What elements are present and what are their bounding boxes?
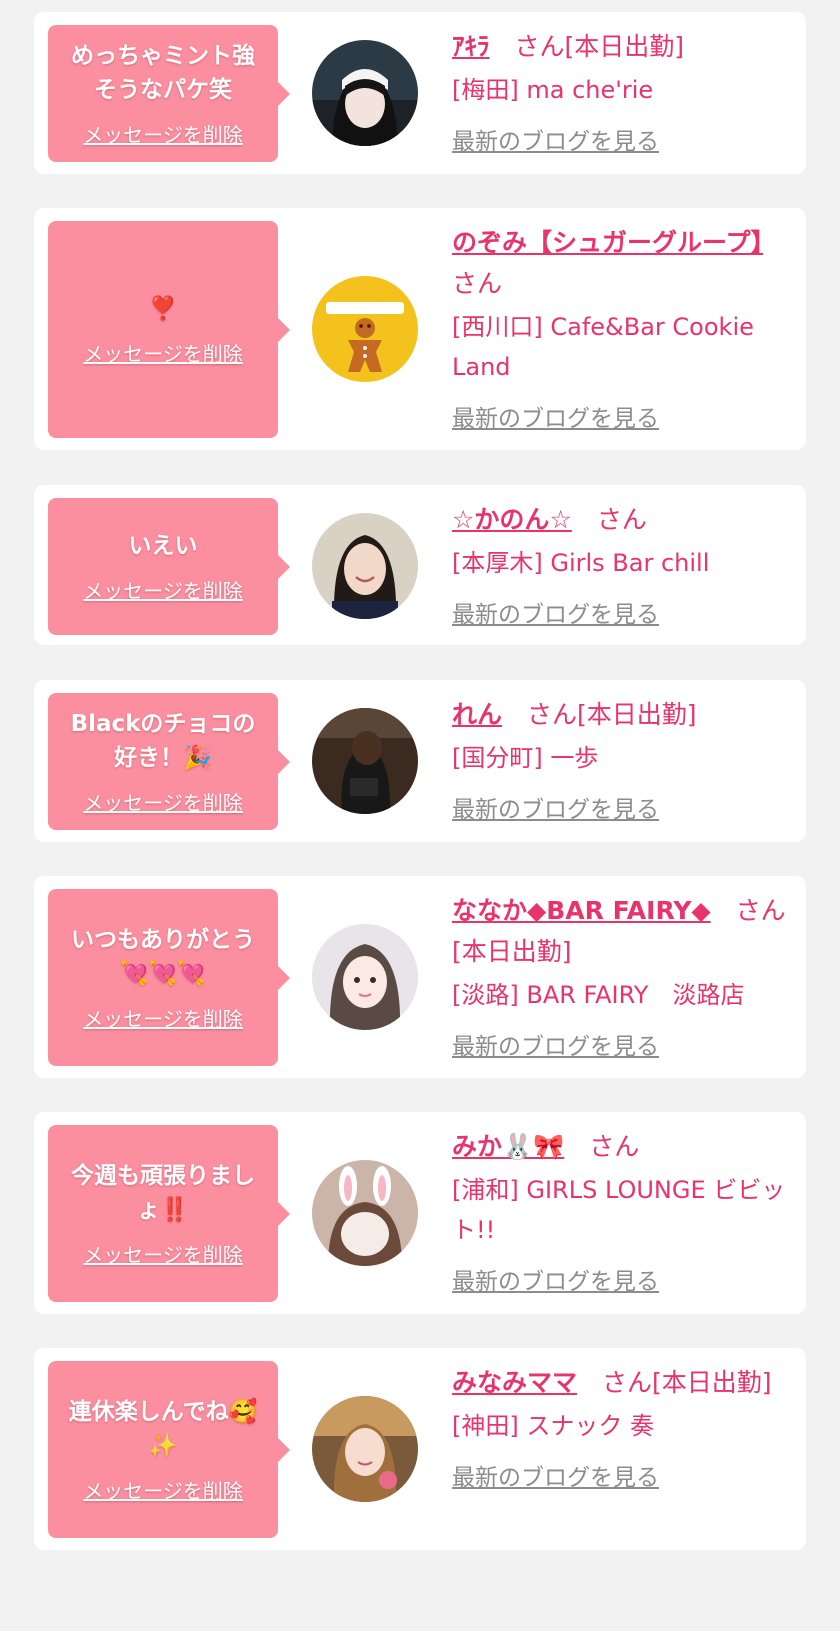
cast-info: のぞみ【シュガーグループ】 さん [西川口] Cafe&Bar Cookie L… <box>452 222 790 433</box>
message-text: 今週も頑張りまし ょ‼️ <box>71 1163 255 1223</box>
cast-info: みか🐰🎀 さん [浦和] GIRLS LOUNGE ビビット!! 最新のブログを… <box>452 1126 790 1296</box>
message-bubble: 連休楽しんでね🥰 ✨ メッセージを削除 <box>48 1361 290 1538</box>
shop-info: [国分町] 一歩 <box>452 744 599 772</box>
cast-name-link[interactable]: みか🐰🎀 <box>452 1132 564 1161</box>
message-bubble: Blackのチョコの 好き！🎉 メッセージを削除 <box>48 693 290 830</box>
message-card: ❣️ メッセージを削除 のぞみ【シュガーグループ】 さん [西川口] Cafe&… <box>34 208 806 450</box>
avatar-image <box>312 40 418 146</box>
cast-status: さん[本日出勤] <box>502 700 697 729</box>
avatar-image <box>312 513 418 619</box>
avatar-image <box>312 1396 418 1502</box>
message-card: Blackのチョコの 好き！🎉 メッセージを削除 れん さん[本日出勤] [国分… <box>34 680 806 842</box>
avatar[interactable] <box>312 708 418 814</box>
avatar-image <box>312 924 418 1030</box>
latest-blog-link[interactable]: 最新のブログを見る <box>452 790 659 824</box>
delete-message-link[interactable]: メッセージを削除 <box>83 1475 243 1504</box>
avatar[interactable] <box>312 276 418 382</box>
shop-info: [本厚木] Girls Bar chill <box>452 549 710 577</box>
avatar[interactable] <box>312 40 418 146</box>
message-list: めっちゃミント強 そうなパケ笑 メッセージを削除 ｱｷﾗ さん[本日出勤] [梅… <box>0 0 840 1631</box>
delete-message-link[interactable]: メッセージを削除 <box>83 1003 243 1032</box>
shop-info: [淡路] BAR FAIRY 淡路店 <box>452 981 745 1009</box>
latest-blog-link[interactable]: 最新のブログを見る <box>452 595 659 629</box>
avatar[interactable] <box>312 1160 418 1266</box>
cast-name-link[interactable]: れん <box>452 700 502 729</box>
message-bubble: 今週も頑張りまし ょ‼️ メッセージを削除 <box>48 1125 290 1302</box>
delete-message-link[interactable]: メッセージを削除 <box>83 119 243 148</box>
message-text: ❣️ <box>148 296 178 322</box>
cast-info: ｱｷﾗ さん[本日出勤] [梅田] ma che'rie 最新のブログを見る <box>452 26 790 156</box>
cast-name-link[interactable]: のぞみ【シュガーグループ】 <box>452 228 763 257</box>
cast-name-link[interactable]: ☆かのん☆ <box>452 505 572 534</box>
message-text: いえい <box>128 533 198 559</box>
avatar[interactable] <box>312 513 418 619</box>
delete-message-link[interactable]: メッセージを削除 <box>83 575 243 604</box>
delete-message-link[interactable]: メッセージを削除 <box>83 1239 243 1268</box>
cast-status: さん <box>564 1132 640 1161</box>
cast-info: れん さん[本日出勤] [国分町] 一歩 最新のブログを見る <box>452 694 790 824</box>
cast-name-link[interactable]: ななか◆BAR FAIRY◆ <box>452 896 711 925</box>
message-bubble: ❣️ メッセージを削除 <box>48 221 290 438</box>
latest-blog-link[interactable]: 最新のブログを見る <box>452 1262 659 1296</box>
latest-blog-link[interactable]: 最新のブログを見る <box>452 1458 659 1492</box>
cast-status: さん <box>571 505 647 534</box>
latest-blog-link[interactable]: 最新のブログを見る <box>452 1027 659 1061</box>
message-bubble: めっちゃミント強 そうなパケ笑 メッセージを削除 <box>48 25 290 162</box>
delete-message-link[interactable]: メッセージを削除 <box>83 787 243 816</box>
message-text: 連休楽しんでね🥰 ✨ <box>68 1399 258 1459</box>
cast-name-link[interactable]: みなみママ <box>452 1368 577 1397</box>
message-card: めっちゃミント強 そうなパケ笑 メッセージを削除 ｱｷﾗ さん[本日出勤] [梅… <box>34 12 806 174</box>
message-text: いつもありがとう 💘💘💘 <box>71 927 255 987</box>
cast-info: ななか◆BAR FAIRY◆ さん[本日出勤] [淡路] BAR FAIRY 淡… <box>452 890 790 1061</box>
message-card: 連休楽しんでね🥰 ✨ メッセージを削除 みなみママ さん[本日出勤] [神田] … <box>34 1348 806 1550</box>
message-card: いえい メッセージを削除 ☆かのん☆ さん [本厚木] Girls Bar ch… <box>34 485 806 645</box>
message-text: Blackのチョコの 好き！🎉 <box>70 711 256 771</box>
avatar-image <box>312 1160 418 1266</box>
avatar-image <box>312 276 418 382</box>
avatar[interactable] <box>312 1396 418 1502</box>
shop-info: [西川口] Cafe&Bar Cookie Land <box>452 313 754 381</box>
cast-info: みなみママ さん[本日出勤] [神田] スナック 奏 最新のブログを見る <box>452 1362 790 1492</box>
shop-info: [浦和] GIRLS LOUNGE ビビット!! <box>452 1176 786 1244</box>
message-bubble: いつもありがとう 💘💘💘 メッセージを削除 <box>48 889 290 1066</box>
cast-name-link[interactable]: ｱｷﾗ <box>452 32 490 61</box>
shop-info: [梅田] ma che'rie <box>452 76 654 104</box>
avatar[interactable] <box>312 924 418 1030</box>
message-text: めっちゃミント強 そうなパケ笑 <box>71 43 255 103</box>
shop-info: [神田] スナック 奏 <box>452 1412 654 1440</box>
cast-status: さん[本日出勤] <box>577 1368 772 1397</box>
avatar-image <box>312 708 418 814</box>
message-card: いつもありがとう 💘💘💘 メッセージを削除 ななか◆BAR FAIRY◆ さん[… <box>34 876 806 1078</box>
cast-info: ☆かのん☆ さん [本厚木] Girls Bar chill 最新のブログを見る <box>452 499 790 629</box>
message-card: 今週も頑張りまし ょ‼️ メッセージを削除 みか🐰🎀 さん [浦和] GIRLS… <box>34 1112 806 1314</box>
latest-blog-link[interactable]: 最新のブログを見る <box>452 122 659 156</box>
latest-blog-link[interactable]: 最新のブログを見る <box>452 399 659 433</box>
cast-status: さん[本日出勤] <box>489 32 685 61</box>
delete-message-link[interactable]: メッセージを削除 <box>83 338 243 367</box>
message-bubble: いえい メッセージを削除 <box>48 498 290 635</box>
